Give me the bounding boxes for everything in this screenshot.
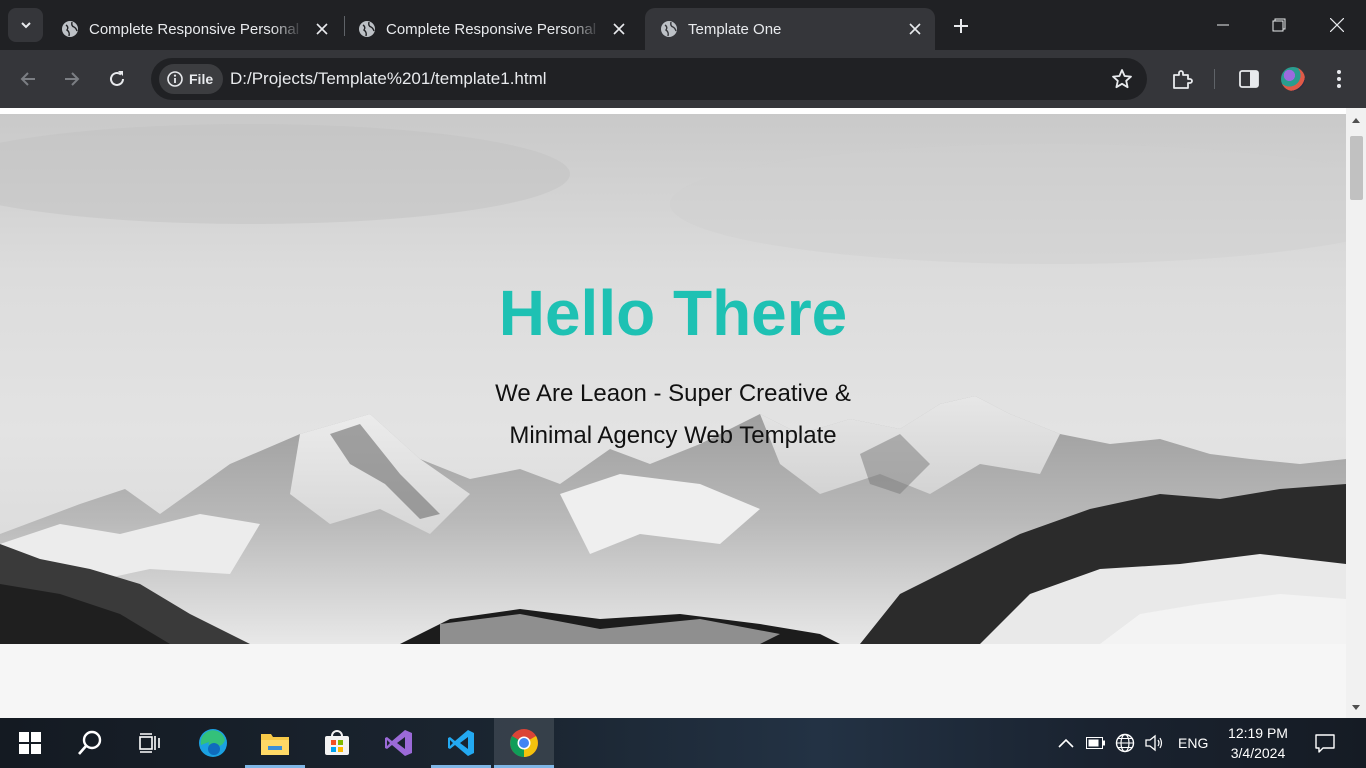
globe-network-icon xyxy=(1115,733,1135,753)
new-tab-button[interactable] xyxy=(948,13,974,39)
network-status[interactable] xyxy=(1113,718,1137,768)
close-icon[interactable] xyxy=(905,19,925,39)
restore-button[interactable] xyxy=(1251,0,1307,50)
taskbar-search-button[interactable] xyxy=(60,718,120,768)
store-taskbar-app[interactable] xyxy=(307,718,367,768)
start-icon xyxy=(19,732,41,754)
search-icon xyxy=(78,730,102,755)
chevron-up-icon xyxy=(1058,738,1074,748)
battery-status[interactable] xyxy=(1084,718,1108,768)
notification-center-button[interactable] xyxy=(1310,718,1340,768)
bookmark-star-icon[interactable] xyxy=(1111,68,1133,90)
forward-button[interactable] xyxy=(56,63,88,95)
volume-control[interactable] xyxy=(1142,718,1166,768)
clock-time: 12:19 PM xyxy=(1228,725,1288,741)
chrome-taskbar-app[interactable] xyxy=(494,718,554,768)
toolbar-divider xyxy=(1214,69,1215,89)
minimize-icon xyxy=(1217,24,1229,26)
chip-label: File xyxy=(189,71,214,87)
url-text[interactable]: D:/Projects/Template%201/template1.html xyxy=(230,69,547,89)
address-bar[interactable]: File D:/Projects/Template%201/template1.… xyxy=(151,58,1147,100)
close-icon xyxy=(1330,18,1344,32)
site-info-chip[interactable]: File xyxy=(159,64,224,94)
clock-date: 3/4/2024 xyxy=(1230,745,1286,761)
system-clock[interactable]: 12:19 PM 3/4/2024 xyxy=(1214,723,1302,763)
more-vert-icon xyxy=(1337,70,1341,88)
microsoft-store-icon xyxy=(325,730,349,755)
plus-icon xyxy=(954,19,968,33)
file-explorer-taskbar-app[interactable] xyxy=(245,718,305,768)
mountain-background-image xyxy=(0,114,1346,644)
hero-subtitle-line-2: Minimal Agency Web Template xyxy=(509,422,837,449)
globe-icon xyxy=(62,21,78,37)
extensions-button[interactable] xyxy=(1170,67,1194,91)
page-viewport: Hello There We Are Leaon - Super Creativ… xyxy=(0,108,1366,718)
scrollbar-thumb[interactable] xyxy=(1350,136,1363,200)
tab-title: Complete Responsive Personal Portfolio W… xyxy=(386,20,601,38)
hero-section: Hello There We Are Leaon - Super Creativ… xyxy=(0,114,1346,644)
hero-title: Hello There xyxy=(498,277,848,349)
vscode-taskbar-app[interactable] xyxy=(431,718,491,768)
tab-search-button[interactable] xyxy=(8,8,43,42)
restore-icon xyxy=(1272,18,1286,32)
browser-toolbar: File D:/Projects/Template%201/template1.… xyxy=(0,50,1366,108)
globe-icon xyxy=(359,21,375,37)
tab-strip: Complete Responsive Personal Portfolio W… xyxy=(0,0,1366,50)
side-panel-button[interactable] xyxy=(1237,67,1261,91)
windows-taskbar: ENG 12:19 PM 3/4/2024 xyxy=(0,718,1366,768)
visual-studio-icon xyxy=(385,730,412,756)
browser-tab-1[interactable]: Complete Responsive Personal Portfolio W… xyxy=(46,8,342,50)
edge-taskbar-app[interactable] xyxy=(183,718,243,768)
profile-avatar[interactable] xyxy=(1281,67,1305,91)
reload-button[interactable] xyxy=(101,63,133,95)
vscode-icon xyxy=(448,730,474,756)
chevron-down-icon xyxy=(20,22,31,29)
page-scrollbar[interactable] xyxy=(1346,108,1366,718)
globe-icon xyxy=(661,21,677,37)
window-close-button[interactable] xyxy=(1309,0,1365,50)
close-icon[interactable] xyxy=(609,19,629,39)
speaker-icon xyxy=(1145,734,1163,752)
visual-studio-taskbar-app[interactable] xyxy=(369,718,429,768)
arrow-right-icon xyxy=(65,72,80,86)
input-language[interactable]: ENG xyxy=(1178,735,1208,751)
chrome-icon xyxy=(510,729,538,757)
back-button[interactable] xyxy=(12,63,44,95)
scroll-up-arrow-icon[interactable] xyxy=(1346,112,1366,128)
task-view-button[interactable] xyxy=(120,718,180,768)
close-icon[interactable] xyxy=(312,19,332,39)
browser-menu-button[interactable] xyxy=(1327,67,1351,91)
puzzle-icon xyxy=(1173,70,1193,89)
notification-icon xyxy=(1315,734,1335,753)
arrow-left-icon xyxy=(20,72,35,86)
file-explorer-icon xyxy=(261,734,289,755)
start-button[interactable] xyxy=(0,718,60,768)
minimize-button[interactable] xyxy=(1195,0,1251,50)
scroll-down-arrow-icon[interactable] xyxy=(1346,700,1366,716)
browser-tab-3[interactable]: Template One xyxy=(645,8,935,50)
battery-icon xyxy=(1086,737,1105,749)
side-panel-icon xyxy=(1239,70,1259,88)
tab-title: Template One xyxy=(688,20,782,38)
hero-subtitle-line-1: We Are Leaon - Super Creative & xyxy=(495,380,851,407)
reload-icon xyxy=(110,71,124,86)
tab-title: Complete Responsive Personal Portfolio W… xyxy=(89,20,304,38)
edge-icon xyxy=(199,729,227,757)
show-hidden-icons-button[interactable] xyxy=(1054,718,1078,768)
task-view-icon xyxy=(139,733,160,753)
info-icon xyxy=(167,71,183,87)
browser-tab-2[interactable]: Complete Responsive Personal Portfolio W… xyxy=(343,8,639,50)
